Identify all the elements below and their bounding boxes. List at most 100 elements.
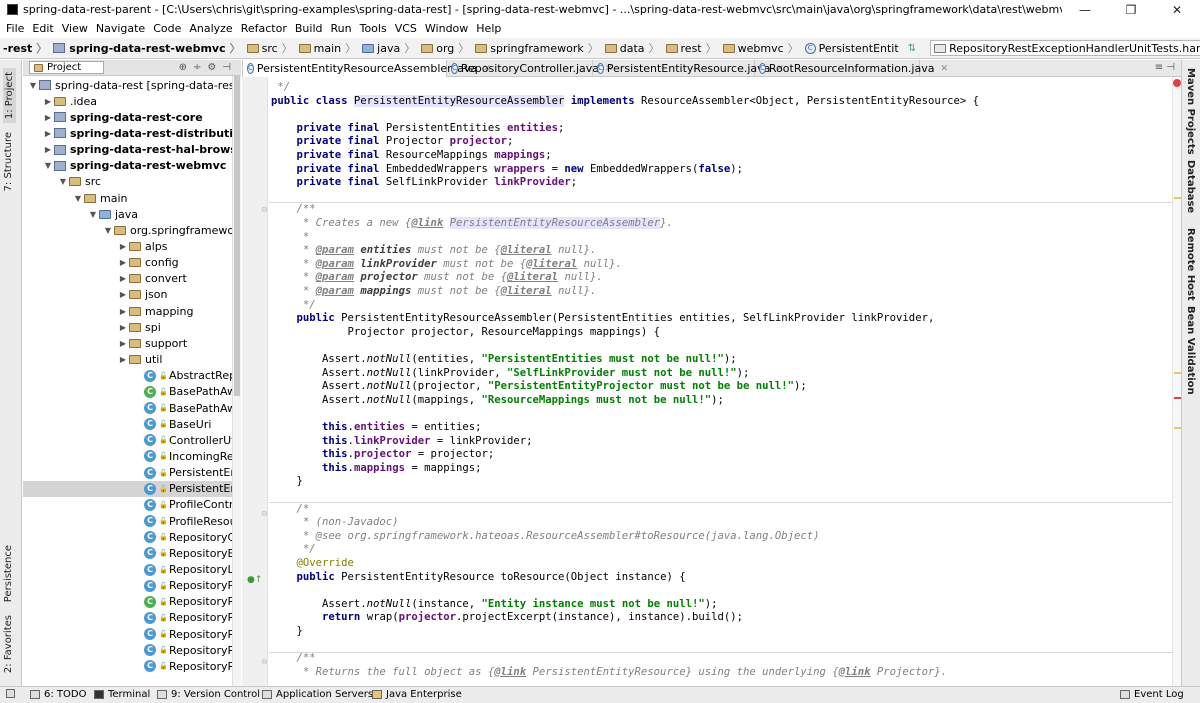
code-editor[interactable]: */public class PersistentEntityResourceA… <box>269 77 1172 686</box>
sort-icon[interactable]: ⇅ <box>908 41 916 55</box>
tree-item[interactable]: ▶ util <box>23 352 232 368</box>
menu-build[interactable]: Build <box>291 22 327 35</box>
breadcrumb-root[interactable]: -rest 〉 <box>0 40 50 56</box>
tree-item[interactable]: C🔓BasePathAwareC <box>23 384 232 400</box>
layout-icon[interactable] <box>6 689 19 698</box>
editor-gutter[interactable]: ●↑ ⊖ ⊖ ⊖ <box>242 77 268 686</box>
tree-item[interactable]: ▶ spring-data-rest-core <box>23 109 232 125</box>
tool-tab-remote-host[interactable]: Remote Host <box>1185 228 1196 301</box>
tree-item[interactable]: C🔓ControllerUtils <box>23 432 232 448</box>
tree-item[interactable]: C🔓RepositoryPrope <box>23 578 232 594</box>
breadcrumb-src[interactable]: src 〉 <box>244 40 296 56</box>
tree-item[interactable]: C🔓RepositoryRestH <box>23 642 232 658</box>
chevron-right-icon[interactable]: ▶ <box>42 113 54 122</box>
tree-item[interactable]: ▼ spring-data-rest-webmvc <box>23 158 232 174</box>
menu-file[interactable]: File <box>0 22 28 35</box>
menu-code[interactable]: Code <box>149 22 185 35</box>
breadcrumb-class[interactable]: C PersistentEntit <box>802 42 902 55</box>
tree-item[interactable]: ▶ .idea <box>23 93 232 109</box>
menu-help[interactable]: Help <box>472 22 505 35</box>
tree-item[interactable]: C🔓RepositoryEntity <box>23 545 232 561</box>
tree-item[interactable]: ▶ convert <box>23 271 232 287</box>
breadcrumb-rest[interactable]: rest 〉 <box>663 40 720 56</box>
minimize-button[interactable]: — <box>1062 3 1108 17</box>
chevron-down-icon[interactable]: ▼ <box>72 194 84 203</box>
tree-item[interactable]: ▶ spring-data-rest-distribution <box>23 125 232 141</box>
warning-mark[interactable] <box>1174 427 1181 429</box>
project-view-select[interactable]: Project <box>29 61 104 74</box>
tree-item[interactable]: C🔓RepositoryContr <box>23 529 232 545</box>
error-indicator-icon[interactable] <box>1173 79 1181 87</box>
tool-tab-application-servers[interactable]: Application Servers <box>262 689 373 700</box>
tab-persistententityresource[interactable]: C PersistentEntityResource.java ✕ <box>593 60 784 77</box>
warning-mark[interactable] <box>1174 197 1181 199</box>
tree-item[interactable]: ▶ json <box>23 287 232 303</box>
error-mark[interactable] <box>1174 397 1181 399</box>
breadcrumb-springframework[interactable]: springframework 〉 <box>472 40 601 56</box>
fold-icon[interactable]: ⊖ <box>261 205 268 214</box>
breadcrumb-main[interactable]: main 〉 <box>296 40 359 56</box>
chevron-right-icon[interactable]: ▶ <box>42 145 54 154</box>
tree-item[interactable]: C🔓IncomingReques <box>23 448 232 464</box>
close-icon[interactable]: ✕ <box>940 64 948 74</box>
chevron-right-icon[interactable]: ▶ <box>117 242 129 251</box>
tool-tab-java-enterprise[interactable]: Java Enterprise <box>372 689 462 700</box>
tree-item[interactable]: ▼ src <box>23 174 232 190</box>
tool-tab-version-control[interactable]: 9: Version Control <box>157 689 260 700</box>
tree-item[interactable]: ▼ spring-data-rest [spring-data-rest-pare <box>23 77 232 93</box>
tree-item[interactable]: ▶ alps <box>23 239 232 255</box>
chevron-right-icon[interactable]: ▶ <box>117 274 129 283</box>
tree-item[interactable]: C🔓BasePathAwareH <box>23 400 232 416</box>
tree-item[interactable]: ▶ spring-data-rest-hal-browser <box>23 142 232 158</box>
chevron-right-icon[interactable]: ▶ <box>117 258 129 267</box>
chevron-right-icon[interactable]: ▶ <box>117 323 129 332</box>
chevron-right-icon[interactable]: ▶ <box>117 339 129 348</box>
tree-item[interactable]: C🔓PersistentEntityR <box>23 465 232 481</box>
tree-item[interactable]: ▶ config <box>23 255 232 271</box>
tool-tab-persistence[interactable]: Persistence <box>3 545 14 602</box>
tree-item[interactable]: ▼ main <box>23 190 232 206</box>
menu-view[interactable]: View <box>58 22 92 35</box>
tree-item[interactable]: C🔓RepositoryRestC <box>23 594 232 610</box>
project-tree-scrollbar[interactable] <box>232 76 241 686</box>
tree-item[interactable]: ▼ java <box>23 206 232 222</box>
run-configuration-select[interactable]: RepositoryRestExceptionHandlerUnitTests.… <box>930 40 1200 56</box>
tree-item[interactable]: ▼ org.springframework.d <box>23 222 232 238</box>
chevron-right-icon[interactable]: ▶ <box>117 355 129 364</box>
breadcrumb-java[interactable]: java 〉 <box>359 40 418 56</box>
chevron-down-icon[interactable]: ▼ <box>102 226 114 235</box>
fold-icon[interactable]: ⊖ <box>261 509 268 518</box>
menu-window[interactable]: Window <box>421 22 472 35</box>
menu-analyze[interactable]: Analyze <box>185 22 236 35</box>
chevron-right-icon[interactable]: ▶ <box>42 97 54 106</box>
chevron-down-icon[interactable]: ▼ <box>57 177 69 186</box>
tool-tab-favorites[interactable]: 2: Favorites <box>3 615 14 673</box>
error-stripe[interactable] <box>1172 77 1181 686</box>
tree-item[interactable]: C🔓PersistentEntityR <box>23 480 232 497</box>
menu-run[interactable]: Run <box>327 22 356 35</box>
tool-tab-structure[interactable]: 7: Structure <box>3 132 14 191</box>
breadcrumb-webmvc[interactable]: webmvc 〉 <box>720 40 802 56</box>
breadcrumb-org[interactable]: org 〉 <box>418 40 472 56</box>
override-marker-icon[interactable]: ●↑ <box>247 575 262 585</box>
tab-rootresourceinformation[interactable]: C RootResourceInformation.java ✕ <box>755 60 948 77</box>
tool-tab-event-log[interactable]: Event Log <box>1120 689 1184 700</box>
tool-tab-bean-validation[interactable]: Bean Validation <box>1185 306 1196 395</box>
tool-tab-project[interactable]: 1: Project <box>3 68 16 124</box>
panel-actions[interactable]: ⊕÷⚙⊣ <box>179 62 237 73</box>
tree-item[interactable]: ▶ spi <box>23 319 232 335</box>
tree-item[interactable]: C🔓RepositoryLinksI <box>23 562 232 578</box>
chevron-right-icon[interactable]: ▶ <box>117 307 129 316</box>
maximize-button[interactable]: ❐ <box>1108 3 1154 17</box>
menu-tools[interactable]: Tools <box>356 22 391 35</box>
chevron-right-icon[interactable]: ▶ <box>42 129 54 138</box>
menu-vcs[interactable]: VCS <box>391 22 421 35</box>
tool-tab-todo[interactable]: 6: TODO <box>30 689 86 700</box>
tree-item[interactable]: ▶ mapping <box>23 303 232 319</box>
tool-tab-terminal[interactable]: Terminal <box>94 689 150 700</box>
chevron-down-icon[interactable]: ▼ <box>87 210 99 219</box>
chevron-right-icon[interactable]: ▶ <box>117 290 129 299</box>
tool-tab-database[interactable]: Database <box>1185 160 1196 213</box>
tool-tab-maven-projects[interactable]: Maven Projects <box>1185 68 1196 155</box>
tree-item[interactable]: ▶ support <box>23 335 232 351</box>
